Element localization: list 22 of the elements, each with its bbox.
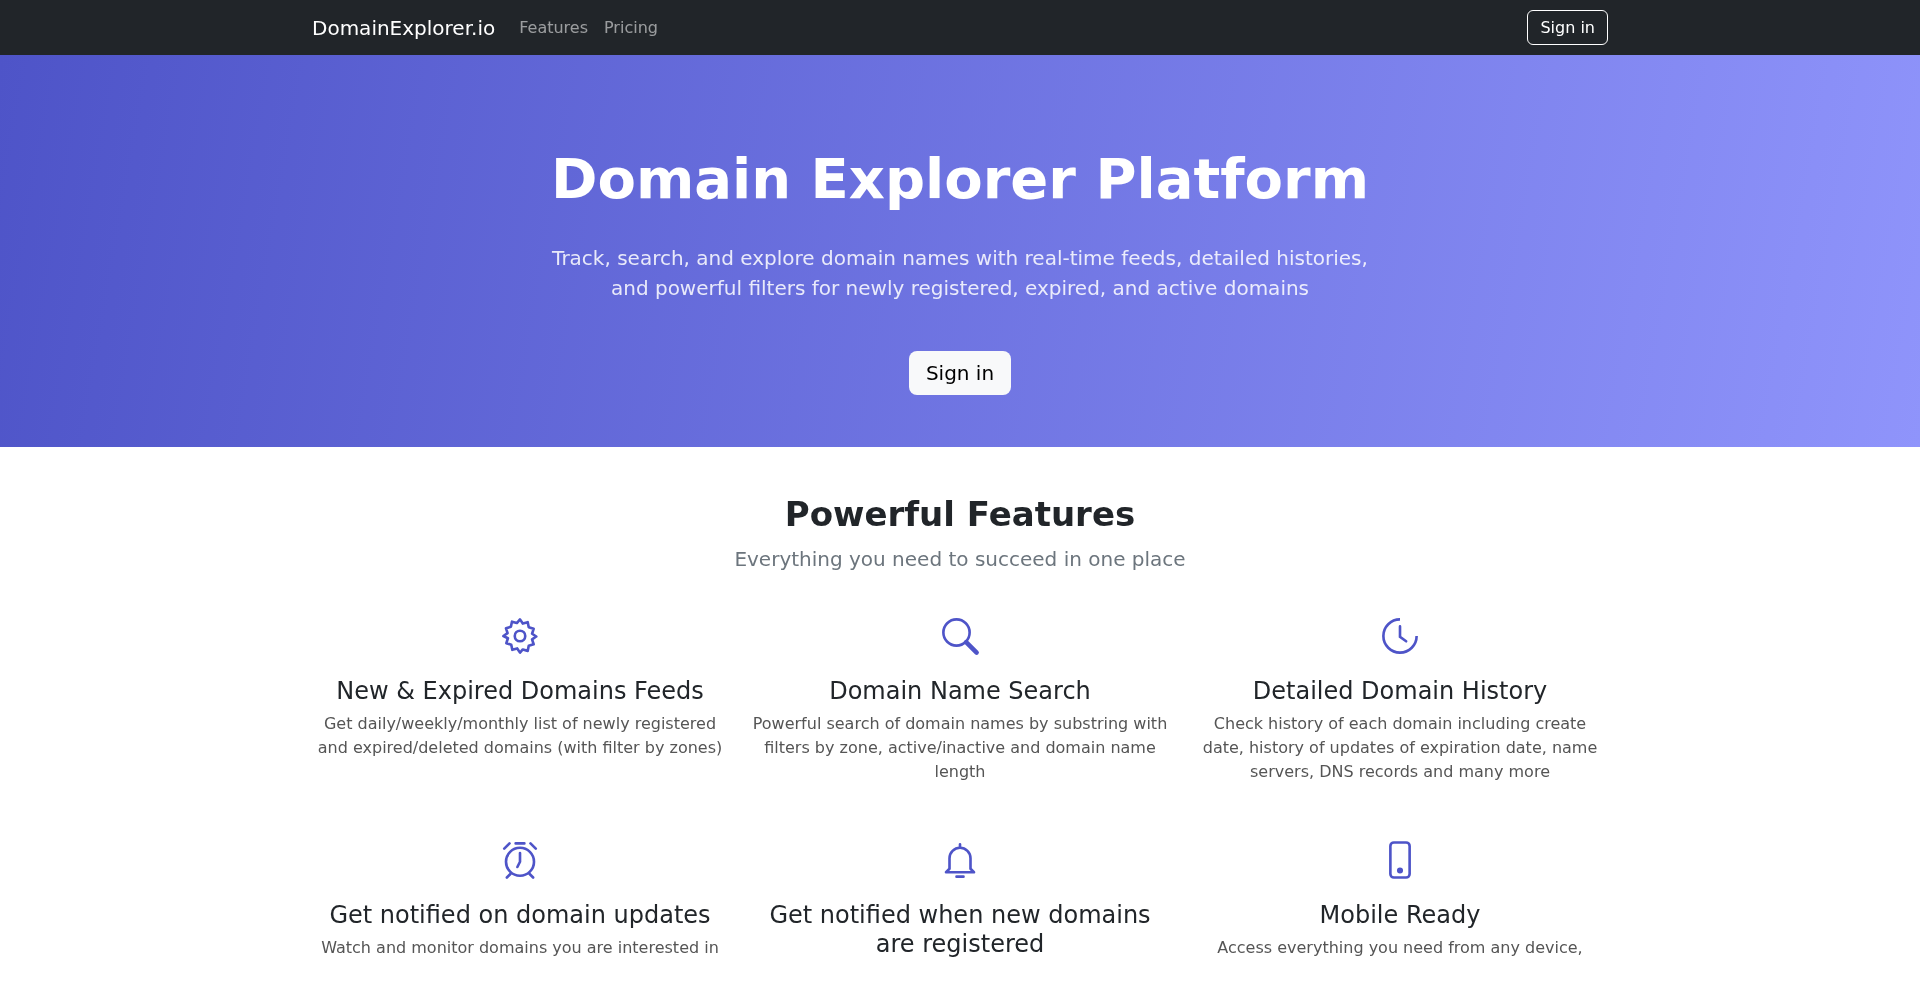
sign-in-button[interactable]: Sign in — [1527, 10, 1608, 45]
feature-title: New & Expired Domains Feeds — [335, 677, 705, 706]
nav-link[interactable]: Pricing — [604, 18, 658, 37]
feature-title: Get notified when new domains are registered — [768, 901, 1152, 959]
feature-description: Watch and monitor domains you are interested in — [320, 937, 720, 959]
feature-description: Get daily/weekly/monthly list of newly registered and expired/deleted domains (with filter by zones) — [316, 713, 724, 759]
section-title: Powerful Features — [783, 493, 1137, 535]
feature-description: Access everything you need from any device, — [1216, 937, 1584, 959]
gear-icon — [499, 615, 541, 657]
feature-description: Check history of each domain including create date, history of updates of expiration date, name servers, DNS records and many more — [1201, 713, 1599, 783]
sign-in-button[interactable]: Sign in — [908, 351, 1012, 395]
feature-description: Powerful search of domain names by substring with filters by zone, active/inactive and domain name length — [752, 713, 1168, 783]
feature-title: Detailed Domain History — [1251, 677, 1549, 706]
search-icon — [939, 615, 981, 657]
clock-icon — [1379, 615, 1421, 657]
brand-link[interactable]: DomainExplorer.io — [312, 15, 496, 40]
feature-title: Get notified on domain updates — [328, 901, 712, 930]
section-subtitle: Everything you need to succeed in one place — [733, 547, 1187, 571]
hero-subtitle: Track, search, and explore domain names with real-time feeds, detailed histories, and powerful filters for newly registered, expired, and active domains — [551, 245, 1369, 302]
feature-title: Mobile Ready — [1318, 901, 1482, 930]
feature-title: Domain Name Search — [828, 677, 1092, 706]
nav-link[interactable]: Features — [519, 18, 588, 37]
